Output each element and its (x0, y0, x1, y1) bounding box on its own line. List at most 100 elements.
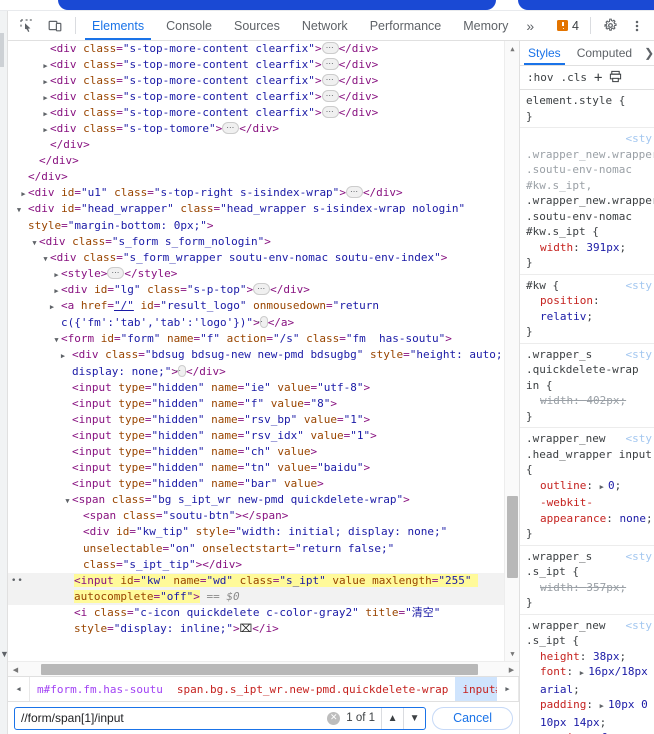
device-toolbar-icon[interactable] (42, 13, 68, 39)
expand-toggle-icon[interactable]: ▶ (52, 283, 61, 298)
css-selector[interactable]: element.style { (526, 94, 625, 107)
breadcrumb-back-icon[interactable]: ◀ (8, 677, 30, 701)
expand-toggle-icon[interactable]: ▼ (63, 493, 72, 508)
expand-toggle-icon[interactable] (41, 138, 50, 153)
css-declaration[interactable]: outline: ▶ 0; (526, 478, 621, 496)
dom-node[interactable]: ▶ <div class="s-top-more-content clearfix… (8, 89, 519, 105)
expand-toggle-icon[interactable] (30, 154, 39, 169)
dom-node[interactable]: ▼ <div class="s_form s_form_nologin"> (8, 234, 519, 250)
expand-toggle-icon[interactable] (63, 413, 72, 428)
expand-toggle-icon[interactable]: ▶ (41, 122, 50, 137)
css-value[interactable]: relativ (540, 310, 586, 323)
expand-toggle-icon[interactable] (41, 42, 50, 57)
scroll-left-icon[interactable]: ◀ (8, 662, 23, 677)
hscrollbar-thumb[interactable] (41, 664, 478, 675)
tree-vertical-scrollbar[interactable]: ▲ ▼ (504, 41, 519, 661)
expand-shorthand-icon[interactable]: ▶ (600, 483, 608, 491)
print-brush-icon[interactable] (609, 70, 622, 86)
dom-node[interactable]: ▶ <div id="lg" class="s-p-top"> ⋯ </div> (8, 282, 519, 298)
css-property[interactable]: width (540, 394, 573, 407)
style-source-link[interactable]: <sty (626, 347, 654, 363)
warning-badge[interactable]: 4 (552, 19, 584, 33)
find-input-wrapper[interactable]: ✕ 1 of 1 ▲ ▼ (14, 706, 427, 730)
expand-toggle-icon[interactable]: ▼ (17, 202, 28, 218)
gutter-collapse-icon[interactable]: ▼ (0, 647, 9, 661)
css-property[interactable]: width (540, 581, 573, 594)
cancel-button[interactable]: Cancel (432, 706, 513, 730)
dom-node[interactable]: ▶ <style> ⋯ </style> (8, 266, 519, 282)
css-selector[interactable]: .wrapper_new .s_ipt { (526, 619, 612, 648)
collapsed-children-icon[interactable]: ⋯ (321, 106, 339, 118)
clear-search-icon[interactable]: ✕ (327, 711, 341, 725)
collapsed-children-icon[interactable]: ⋯ (345, 186, 363, 198)
dom-node[interactable]: ▶ <div class="s-top-more-content clearfix… (8, 73, 519, 89)
search-input[interactable] (21, 711, 322, 725)
css-selector[interactable]: .wrapper_new.wrapper_s .soutu-env-nomac … (526, 148, 654, 192)
selected-dom-node[interactable]: •• <input id="kw" name="wd" class="s_ipt"… (8, 573, 519, 605)
dom-node[interactable]: <input type="hidden" name="rsv_idx" valu… (8, 428, 519, 444)
css-declaration[interactable]: width: 402px; (526, 393, 626, 409)
cls-button[interactable]: .cls (561, 71, 588, 84)
css-value[interactable]: 391px (586, 241, 619, 254)
tab-styles[interactable]: Styles (520, 41, 569, 65)
css-rule[interactable]: <sty.wrapper_new.wrapper_s .soutu-env-no… (520, 128, 654, 275)
breadcrumb-item-span[interactable]: span.bg.s_ipt_wr.new-pmd.quickdelete-wra… (170, 677, 456, 701)
css-rule[interactable]: <sty .wrapper_new .s_ipt {height: 38px; fo… (520, 615, 654, 734)
expand-toggle-icon[interactable]: ▶ (61, 348, 72, 364)
page-blue-button-2[interactable] (518, 0, 654, 10)
collapsed-children-icon[interactable]: ⋯ (321, 58, 339, 70)
dom-node[interactable]: ▼ <div id="head_wrapper" class="head_wrap… (8, 201, 519, 234)
more-tabs-icon[interactable]: » (519, 11, 541, 40)
plus-icon[interactable]: + (594, 70, 602, 86)
dom-node[interactable]: ▶ <div class="s-top-more-content clearfix… (8, 105, 519, 121)
dom-node[interactable]: <input type="hidden" name="ch" value> (8, 444, 519, 460)
style-source-link[interactable]: <sty (626, 618, 654, 634)
tab-performance[interactable]: Performance (359, 11, 453, 40)
dom-node[interactable]: ▶ <a href="/" id="result_logo" onmousedow… (8, 298, 519, 331)
expand-toggle-icon[interactable]: ▶ (52, 267, 61, 282)
css-value[interactable]: 38px (593, 650, 620, 663)
expand-toggle-icon[interactable]: ▶ (50, 299, 61, 315)
css-rule[interactable]: <sty .wrapper_s .s_ipt {width: 357px;} (520, 546, 654, 615)
collapsed-children-icon[interactable]: ⋯ (321, 42, 339, 54)
css-rule[interactable]: <sty .wrapper_s .quickdelete-wrap in {wid… (520, 344, 654, 428)
css-property[interactable]: font (540, 665, 567, 678)
breadcrumb-item-input[interactable]: input#kw.s_ipt (455, 677, 497, 701)
expand-toggle-icon[interactable] (63, 461, 72, 476)
dom-node[interactable]: <div id="kw_tip" style="width: initial; … (8, 524, 519, 573)
css-rule[interactable]: <sty #kw {position: relativ;} (520, 275, 654, 344)
styles-more-tabs-icon[interactable]: ❯ (640, 41, 654, 65)
tab-network[interactable]: Network (291, 11, 359, 40)
expand-toggle-icon[interactable] (63, 397, 72, 412)
expand-shorthand-icon[interactable]: ▶ (600, 702, 608, 710)
dom-node[interactable]: ▶ <div class="s-top-more-content clearfix… (8, 57, 519, 73)
page-blue-button-1[interactable] (58, 0, 496, 10)
styles-rules-list[interactable]: element.style {}<sty.wrapper_new.wrapper… (520, 90, 654, 734)
dom-node[interactable]: <div class="s-top-more-content clearfix"… (8, 41, 519, 57)
collapsed-children-icon[interactable]: ⋯ (222, 122, 240, 134)
expand-toggle-icon[interactable] (19, 170, 28, 185)
dom-node[interactable]: <input type="hidden" name="f" value="8"> (8, 396, 519, 412)
breadcrumb-forward-icon[interactable]: ▶ (497, 677, 519, 701)
css-rule[interactable]: element.style {} (520, 90, 654, 128)
expand-toggle-icon[interactable] (63, 477, 72, 492)
tab-memory[interactable]: Memory (452, 11, 519, 40)
style-source-link[interactable]: <sty (626, 431, 654, 447)
expand-toggle-icon[interactable] (74, 509, 83, 524)
dom-node[interactable]: ▼ <span class="bg s_ipt_wr new-pmd quickd… (8, 492, 519, 508)
dom-node[interactable]: </div> (8, 153, 519, 169)
kebab-menu-icon[interactable] (624, 13, 650, 39)
dom-node[interactable]: ▼ <form id="form" name="f" action="/s" cl… (8, 331, 519, 347)
find-prev-button[interactable]: ▲ (381, 707, 403, 729)
css-declaration[interactable]: width: 391px; (526, 240, 626, 256)
dom-node[interactable]: </div> (8, 169, 519, 185)
dom-node[interactable]: <input type="hidden" name="tn" value="ba… (8, 460, 519, 476)
scroll-up-icon[interactable]: ▲ (505, 41, 519, 56)
css-property[interactable]: position (540, 294, 593, 307)
expand-toggle-icon[interactable] (74, 525, 83, 541)
css-property[interactable]: -webkit-appearance (540, 496, 606, 525)
css-declaration[interactable]: margin: ▶ 0; (526, 730, 615, 734)
collapsed-children-icon[interactable]: ⋯ (107, 267, 125, 279)
css-declaration[interactable]: width: 357px; (526, 580, 626, 596)
dom-node[interactable]: <input type="hidden" name="ie" value="ut… (8, 380, 519, 396)
